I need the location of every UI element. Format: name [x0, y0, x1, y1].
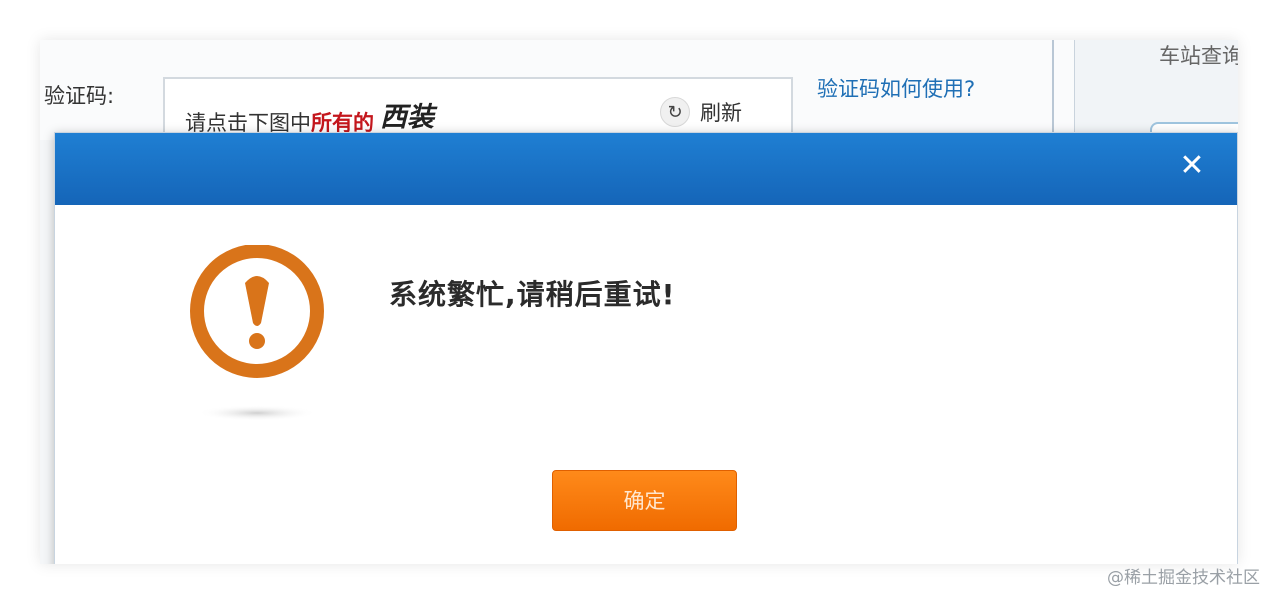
watermark-text: @稀土掘金技术社区 — [1107, 568, 1260, 588]
confirm-button[interactable]: 确定 — [552, 470, 737, 531]
captcha-box: 请点击下图中所有的 西装 ↻ 刷新 — [163, 77, 793, 135]
error-dialog: ✕ 系统繁忙,请稍后重试! 确定 — [54, 132, 1238, 564]
screenshot-frame: 验证码: 请点击下图中所有的 西装 ↻ 刷新 验证码如何使用? 车站查询 ✕ 系… — [40, 40, 1238, 564]
captcha-label: 验证码: — [44, 84, 115, 108]
refresh-icon: ↻ — [660, 97, 690, 127]
captcha-target-word: 西装 — [380, 102, 434, 133]
exclamation-icon — [190, 245, 324, 421]
captcha-help-link[interactable]: 验证码如何使用? — [817, 73, 975, 103]
refresh-label: 刷新 — [700, 101, 742, 125]
dialog-header: ✕ — [55, 133, 1237, 205]
error-message: 系统繁忙,请稍后重试! — [389, 278, 676, 311]
close-icon[interactable]: ✕ — [1175, 149, 1209, 183]
captcha-form-area: 验证码: 请点击下图中所有的 西装 ↻ 刷新 验证码如何使用? — [40, 40, 1238, 140]
divider-line — [1052, 40, 1054, 140]
warning-icon-wrap — [187, 245, 327, 425]
station-query-text: 车站查询 — [1159, 44, 1238, 68]
refresh-button[interactable]: ↻ 刷新 — [660, 95, 742, 129]
